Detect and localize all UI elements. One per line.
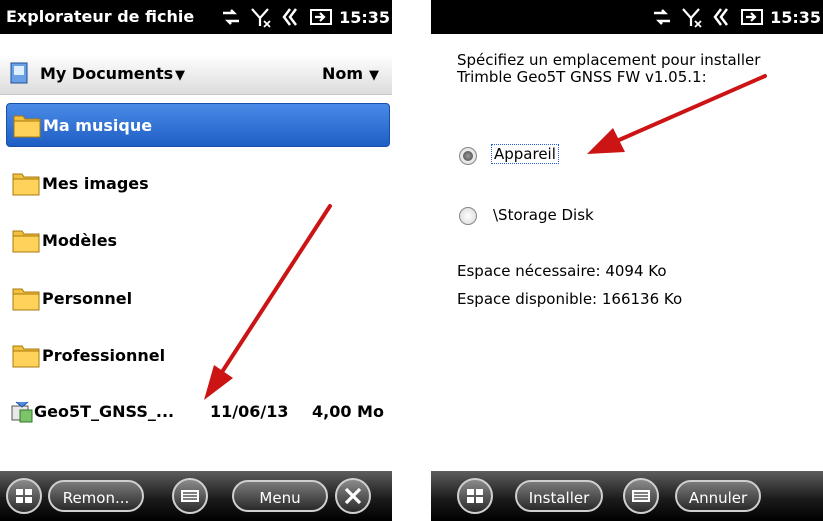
- start-button[interactable]: [457, 478, 493, 514]
- start-button[interactable]: [6, 478, 42, 514]
- softkey-bar: Remon... Menu: [0, 471, 392, 521]
- keyboard-icon: [632, 490, 650, 502]
- file-explorer-screen: Explorateur de fichie 15:35 My Documents…: [0, 0, 392, 521]
- close-icon: [344, 487, 362, 505]
- close-button[interactable]: [335, 478, 371, 514]
- annotation-arrow: [587, 74, 767, 154]
- windows-start-icon: [16, 489, 32, 503]
- right-softkey-button[interactable]: Menu: [232, 480, 328, 512]
- annotation-arrow: [204, 204, 332, 400]
- install-button[interactable]: Installer: [515, 480, 603, 512]
- keyboard-button[interactable]: [172, 478, 208, 514]
- windows-start-icon: [467, 489, 483, 503]
- cancel-button[interactable]: Annuler: [675, 480, 761, 512]
- keyboard-button[interactable]: [623, 478, 659, 514]
- keyboard-icon: [181, 490, 199, 502]
- softkey-bar: Installer Annuler: [431, 471, 823, 521]
- left-softkey-button[interactable]: Remon...: [48, 480, 144, 512]
- installer-screen: 15:35 Spécifiez un emplacement pour inst…: [431, 0, 823, 521]
